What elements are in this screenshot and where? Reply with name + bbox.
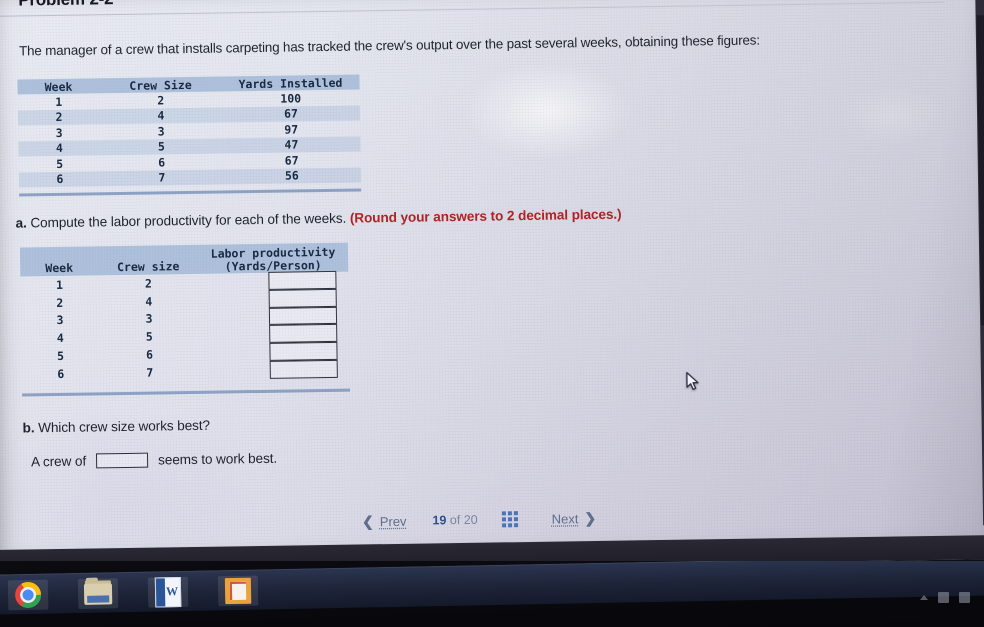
part-a-prompt: a. Compute the labor productivity for ea… [15,207,621,231]
pagination-bar: ❮ Prev 19 of 20 Next ❯ [362,506,662,532]
total-pages: 20 [463,512,478,527]
productivity-input-week-4[interactable] [269,324,338,344]
taskbar-icons [7,575,259,611]
of-label: of [449,513,461,528]
word-icon[interactable] [147,576,189,608]
cell-crew-size: 5 [145,329,153,344]
cell-week: 1 [55,277,64,292]
cell-crew-size: 2 [157,93,165,108]
productivity-input-week-1[interactable] [268,270,337,290]
network-icon[interactable] [938,592,949,603]
crew-size-input[interactable] [95,452,149,469]
current-page-number: 19 [432,513,447,528]
chevron-left-icon: ❮ [361,512,374,529]
given-data-table: Week Crew Size Yards Installed 1 2 100 2… [17,74,362,197]
column-header-week: Week [44,79,73,94]
cell-crew-size: 3 [145,312,153,327]
part-b-label: b. [22,420,35,436]
prev-label: Prev [379,513,407,529]
cell-week: 6 [57,366,65,381]
cell-crew-size: 4 [157,108,165,123]
taskbar-strip [0,561,984,615]
cell-crew-size: 3 [157,124,165,139]
windows-taskbar [0,561,984,627]
cell-week: 2 [55,110,63,125]
cell-yards: 56 [284,168,299,183]
system-tray [920,592,970,603]
cell-week: 3 [56,313,64,328]
column-header-crew-size: Crew size [116,258,180,274]
part-b-text: Which crew size works best? [38,417,211,436]
cell-week: 5 [56,348,65,364]
cell-crew-size: 2 [144,276,153,291]
page-title: Problem 2-2 [18,0,113,11]
cell-yards: 100 [280,91,302,106]
show-hidden-icons-icon[interactable] [920,595,928,600]
column-header-crew-size: Crew Size [129,77,192,93]
part-a-label: a. [15,215,27,231]
cell-yards: 67 [284,153,299,168]
part-b-prompt: b. Which crew size works best? [22,418,210,436]
cell-crew-size: 4 [145,294,153,309]
question-page: Problem 2-2 The manager of a crew that i… [0,0,984,574]
answer-suffix-label: seems to work best. [157,450,278,468]
screen-surface: Help Save & Exit Submit Problem 2-2 The … [0,0,984,574]
next-label: Next [551,510,579,527]
prev-button[interactable]: ❮ Prev [362,512,407,530]
cell-week: 5 [56,156,64,171]
next-button[interactable]: Next ❯ [552,510,597,528]
cell-week: 4 [56,331,64,346]
problem-statement: The manager of a crew that installs carp… [18,32,760,59]
cell-week: 4 [55,141,64,156]
page-counter: 19 of 20 [432,513,477,528]
column-header-labor-productivity: Labor productivity (Yards/Person) [198,245,348,273]
cell-yards: 67 [283,106,298,121]
grid-icon[interactable] [501,511,518,528]
part-b-answer-line: A crew of seems to work best. [31,451,277,470]
chevron-right-icon: ❯ [584,509,597,526]
file-explorer-icon[interactable] [77,578,119,610]
productivity-input-week-6[interactable] [269,359,338,379]
cell-yards: 97 [284,122,299,137]
cell-week: 3 [55,125,63,140]
answer-prefix-label: A crew of [30,453,87,470]
productivity-input-week-3[interactable] [268,306,338,326]
cell-crew-size: 7 [146,365,154,380]
cell-crew-size: 7 [158,170,166,185]
title-divider [0,1,945,17]
cell-crew-size: 5 [157,139,166,154]
chrome-icon[interactable] [7,579,49,611]
cell-yards: 47 [284,137,299,152]
column-header-yards-installed: Yards Installed [238,75,343,91]
cell-crew-size: 6 [145,347,154,362]
volume-icon[interactable] [959,592,970,603]
productivity-input-week-2[interactable] [268,288,337,308]
cell-week: 1 [55,94,63,109]
part-a-text: Compute the labor productivity for each … [30,210,347,231]
monitor-photo: Help Save & Exit Submit Problem 2-2 The … [0,0,984,627]
cell-crew-size: 6 [158,155,166,170]
part-a-hint: (Round your answers to 2 decimal places.… [349,206,622,226]
powerpoint-icon[interactable] [217,575,259,607]
column-header-week: Week [45,260,74,275]
answer-table: Week Crew size Labor productivity (Yards… [19,242,351,397]
mouse-cursor [686,371,699,391]
productivity-input-week-5[interactable] [269,342,338,361]
cell-week: 6 [56,172,64,187]
cell-week: 2 [56,295,64,310]
